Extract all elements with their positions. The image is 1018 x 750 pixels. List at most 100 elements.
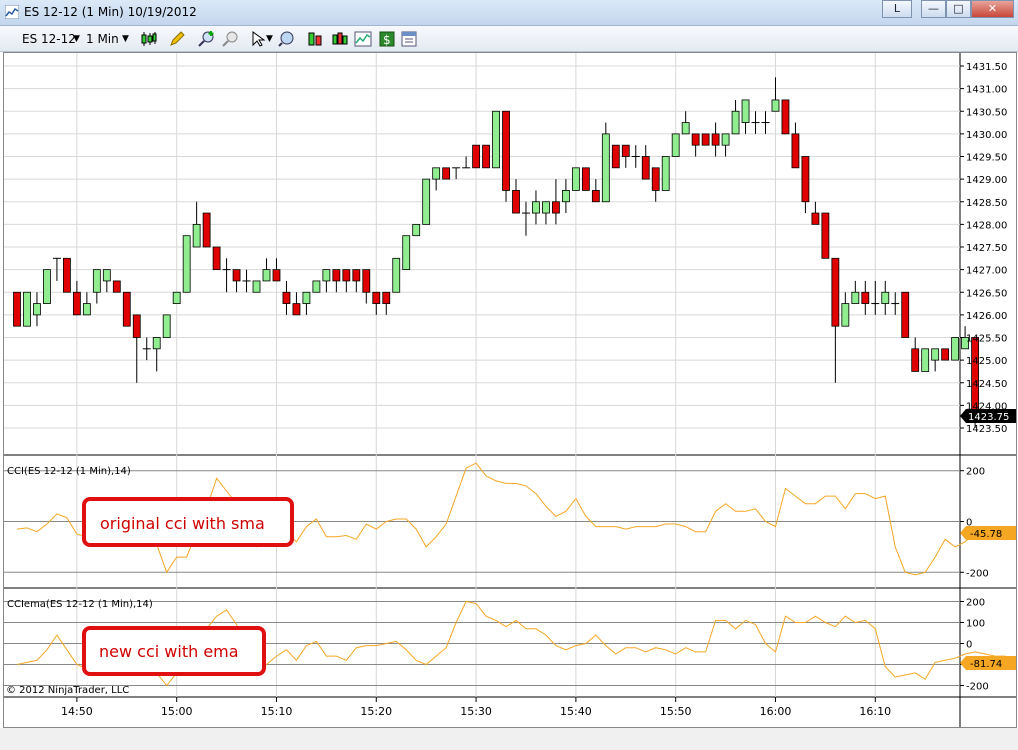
candlestick-style-icon[interactable] — [140, 30, 158, 48]
candle-down — [581, 167, 590, 191]
interval-selector[interactable]: 1 Min — [86, 31, 119, 47]
candle-up — [542, 201, 550, 214]
candle-up — [841, 303, 850, 327]
magnify-icon[interactable] — [278, 30, 296, 48]
cci-tick-label: -200 — [966, 568, 989, 579]
zoom-out-icon[interactable] — [222, 30, 240, 48]
candle-up — [432, 167, 441, 180]
cci-last-value: -45.78 — [970, 529, 1002, 540]
price-tick-label: 1429.00 — [966, 175, 1007, 186]
zoom-in-icon[interactable] — [198, 30, 216, 48]
chart-area[interactable]: 1431.50 1431.00 1430.50 1430.00 1429.50 1429.… — [3, 52, 1018, 728]
last-price-marker: 1423.75 — [960, 409, 1016, 423]
cciema-last-value: -81.74 — [970, 659, 1002, 670]
candle-up — [881, 291, 890, 304]
time-tick-label: 15:00 — [161, 705, 193, 718]
candle-down — [821, 212, 830, 259]
cciema-callout: new cci with ema — [82, 626, 266, 676]
pointer-dropdown-icon[interactable]: ▼ — [266, 31, 273, 47]
cci-panel-label: CCI(ES 12-12 (1 Min),14) — [7, 466, 131, 477]
cciema-tick-label: 200 — [966, 598, 985, 609]
chart-app-icon — [5, 5, 19, 19]
candle-up — [392, 257, 401, 293]
instrument-selector[interactable]: ES 12-12 — [22, 31, 76, 47]
svg-text:$: $ — [383, 33, 391, 47]
cci-tick-label: 200 — [966, 467, 985, 478]
candle-down — [442, 167, 451, 180]
candle-down — [611, 144, 620, 169]
time-tick-label: 16:10 — [859, 705, 891, 718]
candle-up — [532, 201, 540, 214]
candle-down — [382, 291, 391, 304]
candle-down — [352, 269, 361, 282]
interval-dropdown-icon[interactable]: ▼ — [122, 31, 129, 47]
candle-up — [492, 110, 500, 169]
candle-down — [202, 212, 211, 248]
price-tick-label: 1425.50 — [966, 334, 1007, 345]
candle-down — [282, 291, 291, 304]
candle-down — [591, 190, 600, 203]
cci-last-marker: -45.78 — [960, 526, 1016, 540]
cciema-tick-label: -200 — [966, 682, 989, 693]
candle-down — [472, 144, 480, 169]
candle-down — [112, 280, 121, 293]
candle-down — [232, 269, 241, 282]
candle-down — [801, 156, 810, 203]
candle-down — [72, 291, 81, 316]
minimize-button[interactable]: — — [921, 0, 946, 18]
candle-down — [272, 269, 281, 282]
strategy-icon[interactable]: $ — [378, 30, 396, 48]
candle-down — [911, 348, 920, 372]
price-tick-label: 1428.00 — [966, 220, 1007, 231]
candle-down — [502, 110, 510, 191]
candle-up — [851, 291, 860, 304]
price-tick-label: 1427.00 — [966, 266, 1007, 277]
candle-down — [342, 269, 351, 282]
candle-up — [671, 133, 680, 157]
instrument-dropdown-icon[interactable]: ▼ — [73, 31, 80, 47]
price-tick-label: 1426.00 — [966, 311, 1007, 322]
price-tick-label: 1430.00 — [966, 130, 1007, 141]
candle-down — [941, 348, 950, 361]
candle-down — [861, 291, 870, 304]
price-tick-label: 1425.00 — [966, 356, 1007, 367]
candle-down — [691, 133, 700, 146]
candle-down — [482, 144, 490, 169]
candle-up — [252, 280, 261, 293]
close-button[interactable]: ✕ — [971, 0, 1014, 18]
indicators-icon[interactable] — [354, 30, 372, 48]
candle-up — [262, 269, 271, 282]
chart-toolbar: ES 12-12 ▼ 1 Min ▼ ▼ $ — [0, 26, 1018, 52]
price-tick-label: 1423.50 — [966, 424, 1007, 435]
candle-down — [711, 133, 720, 146]
candle-up — [731, 110, 740, 135]
link-button[interactable]: L — [882, 0, 912, 18]
candle-down — [781, 99, 790, 135]
candle-down — [651, 167, 660, 191]
candle-up — [422, 178, 431, 225]
draw-pencil-icon[interactable] — [168, 30, 186, 48]
cciema-tick-label: 100 — [966, 619, 985, 630]
candle-down — [212, 246, 221, 271]
candle-up — [43, 269, 51, 304]
candle-down — [332, 269, 341, 282]
candle-up — [571, 167, 580, 191]
properties-icon[interactable] — [400, 30, 418, 48]
candle-down — [791, 133, 800, 169]
cci-callout: original cci with sma — [82, 497, 294, 547]
bar-type-icon[interactable] — [331, 30, 349, 48]
candle-up — [102, 269, 111, 282]
scrollbar-area[interactable] — [0, 728, 1018, 750]
data-series-icon[interactable] — [307, 30, 325, 48]
price-tick-label: 1426.50 — [966, 288, 1007, 299]
cci-callout-text: original cci with sma — [100, 514, 265, 533]
maximize-button[interactable]: □ — [946, 0, 971, 18]
cciema-last-marker: -81.74 — [960, 656, 1016, 670]
candle-up — [402, 235, 411, 271]
candle-down — [362, 269, 371, 293]
candle-up — [562, 190, 570, 203]
candle-up — [741, 99, 750, 123]
candle-up — [721, 133, 730, 146]
chart-canvas[interactable]: 1431.50 1431.00 1430.50 1430.00 1429.50 1429.… — [4, 53, 1018, 727]
candle-up — [33, 303, 41, 316]
